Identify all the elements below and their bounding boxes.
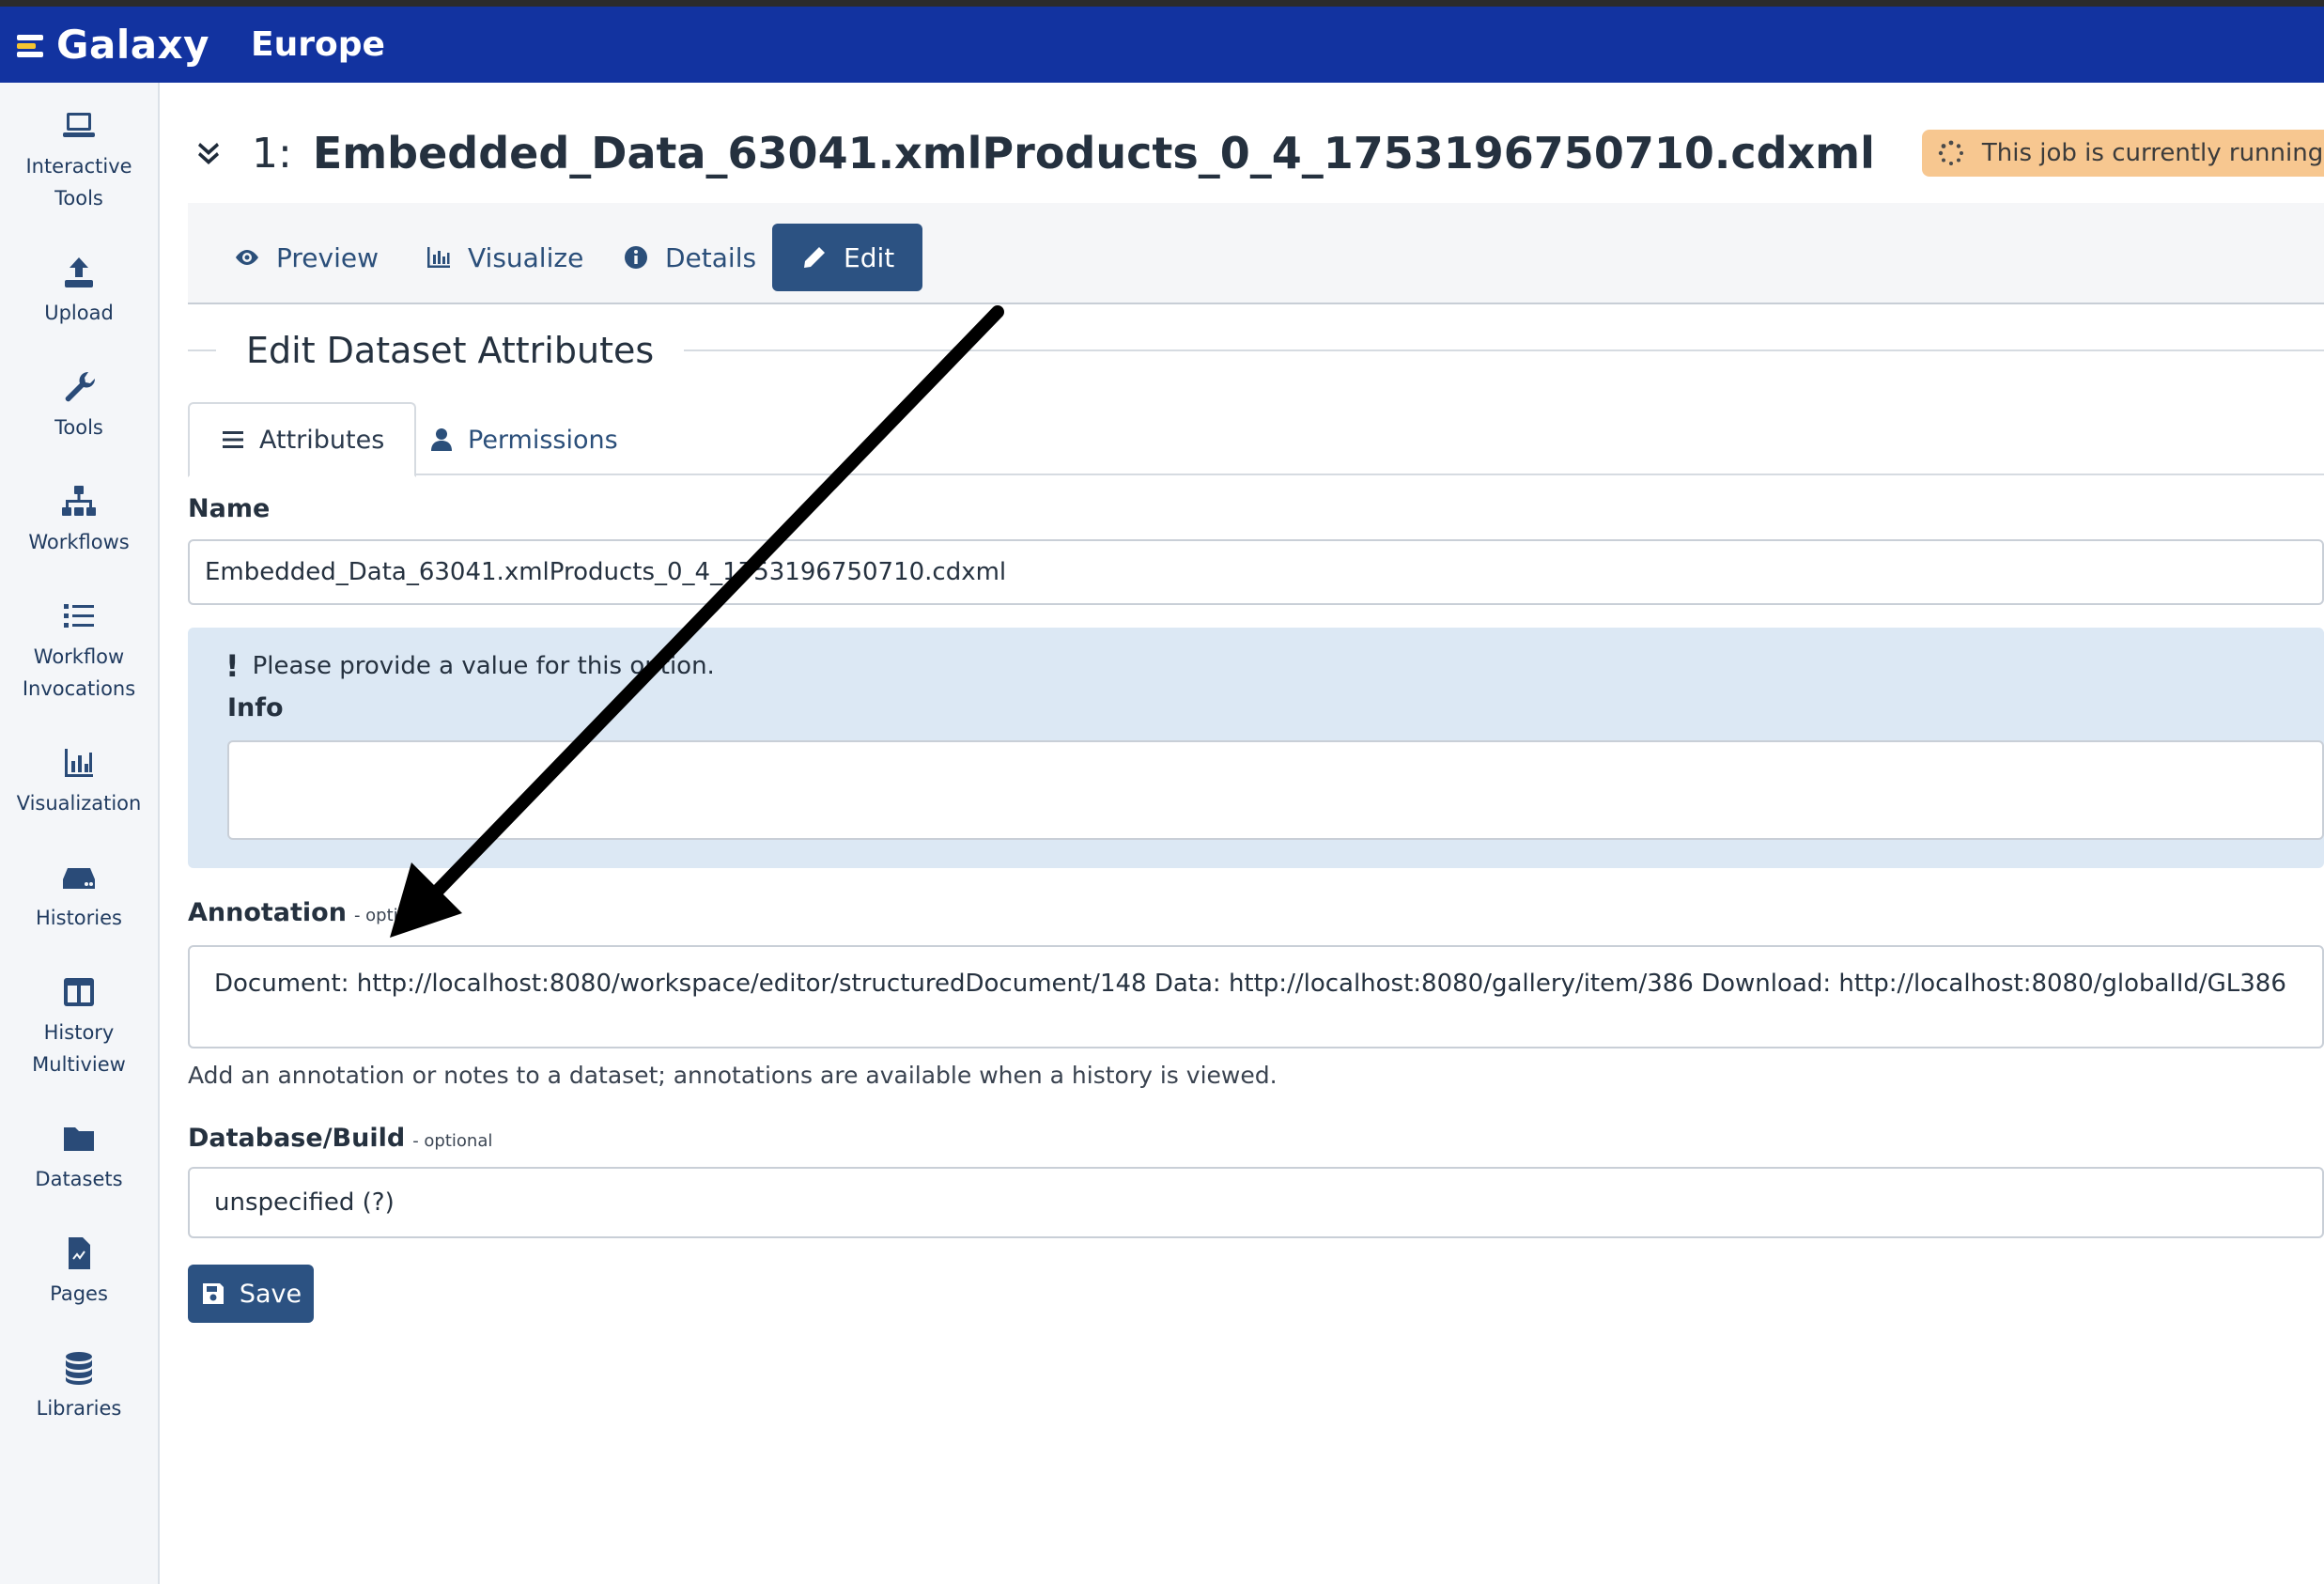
dbkey-select[interactable]: unspecified (?): [188, 1167, 2324, 1238]
tab-label: Permissions: [468, 425, 618, 455]
sidebar-item-label: Libraries: [36, 1397, 122, 1420]
sidebar-item-label: Datasets: [35, 1168, 123, 1190]
info-alert: ! Please provide a value for this option…: [188, 628, 2324, 868]
dbkey-label: Database/Build - optional: [188, 1124, 493, 1153]
masthead: Galaxy Europe: [0, 7, 2324, 83]
brand-name: Galaxy: [56, 22, 210, 68]
sidebar-item-workflows[interactable]: Workflows: [0, 483, 158, 558]
file-icon: [60, 1235, 98, 1272]
tab-visualize[interactable]: Visualize: [396, 224, 612, 291]
info-label: Info: [227, 693, 284, 722]
sidebar-item-label: Pages: [50, 1282, 108, 1305]
sidebar-item-label: Workflow: [33, 645, 125, 668]
sidebar-item-interactive-tools[interactable]: Interactive Tools: [0, 107, 158, 214]
center-panel: 1: Embedded_Data_63041.xmlProducts_0_4_1…: [188, 83, 2324, 1584]
sidebar-item-label: Upload: [44, 302, 114, 324]
laptop-icon: [60, 107, 98, 145]
hdd-icon: [60, 859, 98, 896]
job-running-badge: This job is currently running.: [1921, 130, 2324, 177]
sidebar-item-label: Tools: [54, 187, 103, 210]
upload-icon: [60, 254, 98, 291]
chart-bar-icon: [427, 247, 450, 268]
attribute-subtabs: Attributes Permissions: [188, 402, 2324, 477]
sidebar-item-label: Tools: [54, 416, 103, 439]
optional-hint: - optional: [353, 906, 435, 925]
database-icon: [60, 1349, 98, 1387]
tab-label: Visualize: [468, 241, 584, 273]
sidebar-item-visualization[interactable]: Visualization: [0, 744, 158, 819]
dataset-title: Embedded_Data_63041.xmlProducts_0_4_1753…: [312, 128, 1875, 179]
sitemap-icon: [60, 483, 98, 520]
wrench-icon: [60, 368, 98, 406]
validation-message: ! Please provide a value for this option…: [225, 648, 715, 684]
edit-attributes-heading: Edit Dataset Attributes: [188, 322, 2324, 379]
name-input[interactable]: Embedded_Data_63041.xmlProducts_0_4_1753…: [188, 539, 2324, 605]
user-icon: [431, 428, 452, 451]
tab-label: Edit: [844, 241, 895, 273]
sidebar-item-tools[interactable]: Tools: [0, 368, 158, 443]
name-value: Embedded_Data_63041.xmlProducts_0_4_1753…: [205, 558, 1007, 586]
tab-edit[interactable]: Edit: [772, 224, 923, 291]
exclamation-icon: !: [225, 648, 240, 684]
name-label: Name: [188, 494, 271, 523]
annotation-help-text: Add an annotation or notes to a dataset;…: [188, 1062, 1278, 1089]
angle-double-down-icon[interactable]: [192, 136, 225, 170]
sidebar-item-histories[interactable]: Histories: [0, 859, 158, 934]
sidebar-item-label: Workflows: [28, 531, 130, 553]
dataset-hid: 1:: [252, 129, 292, 178]
divider: [188, 349, 216, 351]
annotation-label: Annotation - optional: [188, 898, 435, 927]
bars-icon: [223, 431, 243, 448]
sidebar-item-datasets[interactable]: Datasets: [0, 1120, 158, 1195]
sidebar-item-label: Interactive: [25, 155, 132, 178]
columns-icon: [60, 973, 98, 1011]
save-icon: [202, 1283, 224, 1304]
galaxy-logo-icon: [17, 29, 49, 61]
chart-icon: [60, 744, 98, 782]
divider: [684, 349, 2324, 351]
info-circle-icon: [625, 246, 647, 269]
brand-subtitle: Europe: [251, 25, 385, 64]
annotation-value: Document: http://localhost:8080/workspac…: [214, 970, 2286, 998]
list-icon: [60, 598, 98, 635]
tab-attributes[interactable]: Attributes: [188, 402, 417, 477]
sidebar-item-label: Invocations: [22, 677, 136, 700]
save-button[interactable]: Save: [188, 1265, 314, 1323]
brand-link[interactable]: Galaxy: [17, 22, 209, 68]
info-textarea[interactable]: [227, 740, 2324, 840]
folder-icon: [60, 1120, 98, 1157]
annotation-textarea[interactable]: Document: http://localhost:8080/workspac…: [188, 945, 2324, 1048]
tab-label: Details: [665, 241, 757, 273]
sidebar-item-label: History: [43, 1021, 115, 1044]
sidebar-item-libraries[interactable]: Libraries: [0, 1349, 158, 1424]
save-label: Save: [239, 1279, 302, 1309]
sidebar-item-label: Visualization: [16, 792, 142, 815]
dataset-header: 1: Embedded_Data_63041.xmlProducts_0_4_1…: [188, 111, 2324, 195]
tab-label: Preview: [276, 241, 379, 273]
sidebar-item-upload[interactable]: Upload: [0, 254, 158, 329]
spinner-icon: [1937, 139, 1965, 167]
alert-text: Please provide a value for this option.: [252, 652, 715, 680]
dataset-tabs: Preview Visualize Details Edit: [188, 203, 2324, 304]
tab-label: Attributes: [259, 425, 385, 455]
job-state-text: This job is currently running.: [1981, 139, 2324, 167]
sidebar-item-label: Multiview: [32, 1053, 126, 1076]
pencil-icon: [804, 247, 825, 268]
eye-icon: [236, 250, 258, 265]
sidebar-item-pages[interactable]: Pages: [0, 1235, 158, 1310]
section-title: Edit Dataset Attributes: [246, 330, 655, 371]
optional-hint: - optional: [412, 1131, 493, 1151]
tab-permissions[interactable]: Permissions: [398, 402, 648, 477]
sidebar-item-history-multiview[interactable]: History Multiview: [0, 973, 158, 1080]
sidebar-item-label: Histories: [36, 907, 122, 929]
dbkey-value: unspecified (?): [214, 1188, 395, 1217]
activity-bar: Interactive Tools Upload Tools Workflows…: [0, 83, 160, 1584]
tab-preview[interactable]: Preview: [205, 224, 407, 291]
sidebar-item-workflow-invocations[interactable]: Workflow Invocations: [0, 598, 158, 705]
window-top-strip: [0, 0, 2324, 7]
tab-details[interactable]: Details: [594, 224, 784, 291]
